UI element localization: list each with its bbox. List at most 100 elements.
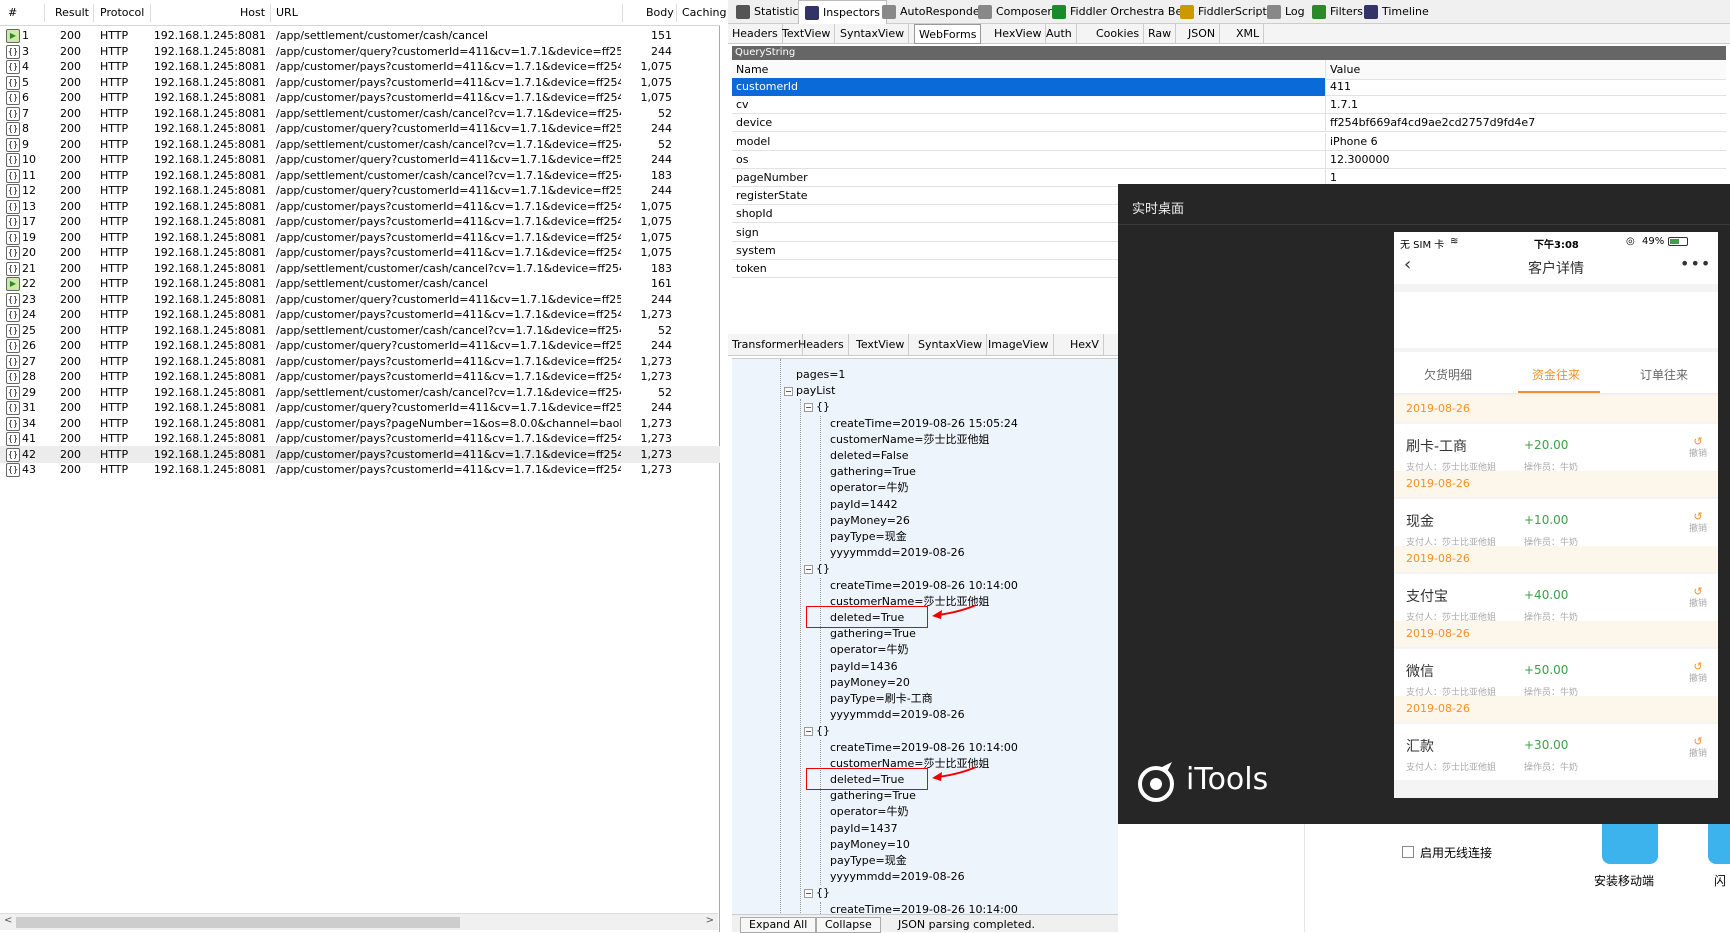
phone-screen[interactable]: 无 SIM 卡 ≋ 下午3:08 ◎ 49% ‹ 客户详情 ••• 欠货明细 资金… [1394,232,1718,798]
expand-all-button[interactable]: Expand All [740,917,817,933]
phone-tab-2[interactable]: 订单往来 [1610,366,1718,383]
revoke-button[interactable]: ↺ 撤销 [1688,511,1708,535]
session-row[interactable]: {} 4 200 HTTP 192.168.1.245:8081/app/custome… [0,58,720,75]
session-row[interactable]: {} 12 200 HTTP 192.168.1.245:8081/app/custom… [0,182,720,199]
tree-collapse-icon[interactable]: − [804,565,813,575]
session-row[interactable]: {} 11 200 HTTP 192.168.1.245:8081/app/settle… [0,167,720,184]
session-row[interactable]: {} 19 200 HTTP 192.168.1.245:8081/app/custom… [0,229,720,246]
tab-timeline[interactable]: Timeline [1358,0,1435,24]
tree-node-object[interactable]: {} [816,561,830,577]
request-tab-headers[interactable]: Headers [728,24,783,44]
col-header-caching[interactable]: Caching [682,6,726,20]
col-header-host[interactable]: Host [240,6,265,20]
tree-leaf[interactable]: operator=牛奶 [830,642,909,658]
session-row[interactable]: {} 26 200 HTTP 192.168.1.245:8081/app/custom… [0,337,720,354]
session-row[interactable]: {} 24 200 HTTP 192.168.1.245:8081/app/custom… [0,306,720,323]
request-tab-webforms[interactable]: WebForms [914,24,982,44]
col-header-url[interactable]: URL [276,6,298,20]
session-row[interactable]: {} 42 200 HTTP 192.168.1.245:8081/app/custom… [0,445,720,463]
response-tab-transformer[interactable]: Transformer [728,334,804,356]
scroll-left-icon[interactable]: < [4,915,12,926]
session-row[interactable]: {} 6 200 HTTP 192.168.1.245:8081/app/custome… [0,89,720,106]
revoke-button[interactable]: ↺ 撤销 [1688,736,1708,760]
flash-icon[interactable] [1708,824,1730,864]
tree-leaf[interactable]: payType=刷卡-工商 [830,691,933,707]
request-tab-json[interactable]: JSON [1184,24,1221,44]
tree-leaf[interactable]: payId=1442 [830,497,898,513]
tree-leaf[interactable]: payId=1437 [830,821,898,837]
session-row[interactable]: {} 20 200 HTTP 192.168.1.245:8081/app/custom… [0,244,720,261]
revoke-button[interactable]: ↺ 撤销 [1688,436,1708,460]
scroll-right-icon[interactable]: > [706,915,714,926]
tree-leaf[interactable]: operator=牛奶 [830,480,909,496]
request-tab-auth[interactable]: Auth [1042,24,1077,44]
request-tab-textview[interactable]: TextView [778,24,836,44]
session-row[interactable]: {} 9 200 HTTP 192.168.1.245:8081/app/settlem… [0,136,720,153]
install-mobile-label[interactable]: 安装移动端 [1594,872,1654,889]
session-row[interactable]: {} 25 200 HTTP 192.168.1.245:8081/app/settle… [0,322,720,339]
response-tab-hexv[interactable]: HexV [1066,334,1104,356]
request-tab-syntaxview[interactable]: SyntaxView [836,24,910,44]
tree-node-object[interactable]: {} [816,885,830,901]
session-row[interactable]: ▶ 1 200 HTTP 192.168.1.245:8081/app/settleme… [0,27,720,44]
session-list[interactable]: # Result Protocol Host URL Body Caching … [0,0,726,932]
more-menu-icon[interactable]: ••• [1680,254,1711,273]
wireless-checkbox[interactable] [1402,846,1414,858]
tree-leaf[interactable]: gathering=True [830,626,916,642]
session-row[interactable]: {} 17 200 HTTP 192.168.1.245:8081/app/custom… [0,213,720,230]
tree-leaf[interactable]: createTime=2019-08-26 10:14:00 [830,902,1018,914]
phone-tab-1[interactable]: 资金往来 [1502,366,1610,383]
session-row[interactable]: {} 34 200 HTTP 192.168.1.245:8081/app/custom… [0,415,720,432]
horizontal-scrollbar[interactable]: < > [0,913,718,930]
session-row[interactable]: {} 5 200 HTTP 192.168.1.245:8081/app/custome… [0,74,720,91]
col-header-protocol[interactable]: Protocol [100,6,144,20]
tree-node-object[interactable]: {} [816,399,830,415]
tree-leaf[interactable]: operator=牛奶 [830,804,909,820]
session-row[interactable]: {} 21 200 HTTP 192.168.1.245:8081/app/settle… [0,260,720,277]
session-row[interactable]: {} 23 200 HTTP 192.168.1.245:8081/app/custom… [0,291,720,308]
tree-collapse-icon[interactable]: − [804,403,813,413]
session-row[interactable]: {} 10 200 HTTP 192.168.1.245:8081/app/custom… [0,151,720,168]
install-mobile-icon[interactable] [1602,824,1658,864]
col-header-body[interactable]: Body [646,6,674,20]
session-row[interactable]: {} 13 200 HTTP 192.168.1.245:8081/app/custom… [0,198,720,215]
request-tab-xml[interactable]: XML [1232,24,1265,44]
tab-composer[interactable]: Composer [972,0,1058,24]
scrollbar-thumb[interactable] [16,917,460,928]
tree-node-paylist[interactable]: payList [796,383,835,399]
session-row[interactable]: {} 29 200 HTTP 192.168.1.245:8081/app/settle… [0,384,720,401]
col-header-result[interactable]: Result [55,6,89,20]
tree-leaf[interactable]: yyyymmdd=2019-08-26 [830,707,965,723]
tree-leaf[interactable]: customerName=莎士比亚他姐 [830,432,989,448]
payment-entry[interactable]: 汇款 支付人：莎士比亚他姐 +30.00 操作员：牛奶 ↺ 撤销 [1394,724,1718,780]
tab-log[interactable]: Log [1261,0,1311,24]
revoke-button[interactable]: ↺ 撤销 [1688,661,1708,685]
response-tab-imageview[interactable]: ImageView [984,334,1054,356]
tree-leaf[interactable]: payId=1436 [830,659,898,675]
tree-leaf[interactable]: gathering=True [830,788,916,804]
grid-header-name[interactable]: Name [732,60,1326,80]
tree-node-object[interactable]: {} [816,723,830,739]
flash-label[interactable]: 闪 [1714,872,1726,889]
tab-fiddlerscript[interactable]: FiddlerScript [1174,0,1273,24]
revoke-button[interactable]: ↺ 撤销 [1688,586,1708,610]
session-row[interactable]: {} 41 200 HTTP 192.168.1.245:8081/app/custom… [0,430,720,447]
col-header-num[interactable]: # [8,6,17,20]
response-tab-syntaxview[interactable]: SyntaxView [914,334,988,356]
session-row[interactable]: {} 8 200 HTTP 192.168.1.245:8081/app/custome… [0,120,720,137]
request-tab-raw[interactable]: Raw [1144,24,1177,44]
session-row[interactable]: {} 31 200 HTTP 192.168.1.245:8081/app/custom… [0,399,720,416]
tree-leaf[interactable]: createTime=2019-08-26 15:05:24 [830,416,1018,432]
grid-header-value[interactable]: Value [1326,60,1726,80]
param-row[interactable]: model iPhone 6 [732,132,1726,151]
response-tab-headers[interactable]: Headers [794,334,849,356]
tree-leaf[interactable]: createTime=2019-08-26 10:14:00 [830,578,1018,594]
request-tab-hexview[interactable]: HexView [990,24,1047,44]
response-tab-textview[interactable]: TextView [852,334,910,356]
tree-leaf[interactable]: payMoney=20 [830,675,910,691]
tree-collapse-icon[interactable]: − [784,387,793,397]
session-row[interactable]: ▶ 22 200 HTTP 192.168.1.245:8081/app/settlem… [0,275,720,292]
request-tab-cookies[interactable]: Cookies [1092,24,1145,44]
session-row[interactable]: {} 27 200 HTTP 192.168.1.245:8081/app/custom… [0,353,720,370]
param-row[interactable]: cv 1.7.1 [732,96,1726,115]
